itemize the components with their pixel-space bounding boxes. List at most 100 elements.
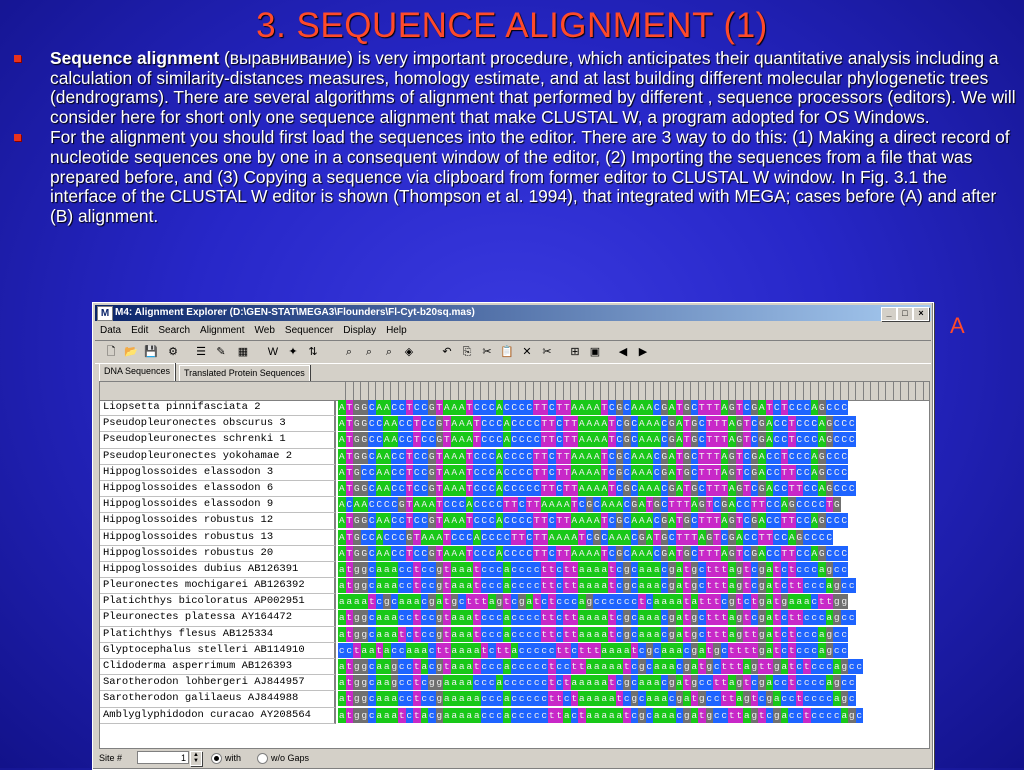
base-cell[interactable]: a xyxy=(645,610,653,626)
base-cell[interactable]: T xyxy=(518,529,526,545)
base-cell[interactable]: c xyxy=(593,594,601,610)
base-cell[interactable]: c xyxy=(555,659,563,674)
base-cell[interactable]: a xyxy=(338,610,346,626)
base-cell[interactable]: A xyxy=(638,480,646,496)
app-icon[interactable]: M xyxy=(97,306,113,321)
base-cell[interactable]: A xyxy=(675,432,683,448)
base-cell[interactable]: c xyxy=(495,561,503,577)
base-cell[interactable]: A xyxy=(338,545,346,561)
base-cell[interactable]: a xyxy=(458,691,466,707)
base-cell[interactable]: a xyxy=(728,610,736,626)
base-cell[interactable]: c xyxy=(420,561,428,577)
base-cell[interactable]: T xyxy=(600,545,608,561)
base-cell[interactable]: g xyxy=(840,659,848,674)
base-cell[interactable]: G xyxy=(728,400,736,415)
base-cell[interactable]: a xyxy=(585,561,593,577)
base-cell[interactable]: C xyxy=(390,480,398,496)
base-cell[interactable]: c xyxy=(758,691,766,707)
base-cell[interactable]: C xyxy=(420,400,428,415)
base-cell[interactable]: C xyxy=(450,529,458,545)
base-cell[interactable]: C xyxy=(623,400,631,415)
base-cell[interactable]: C xyxy=(480,480,488,496)
base-cell[interactable]: a xyxy=(653,626,661,642)
base-cell[interactable]: a xyxy=(383,675,391,691)
base-cell[interactable]: a xyxy=(473,691,481,707)
base-cell[interactable]: A xyxy=(675,416,683,432)
base-cell[interactable]: A xyxy=(458,416,466,432)
base-cell[interactable]: G xyxy=(660,545,668,561)
base-cell[interactable]: T xyxy=(750,497,758,513)
base-cell[interactable]: A xyxy=(668,464,676,480)
sequence-name[interactable]: Hippoglossoides elassodon 6 xyxy=(100,480,336,498)
base-cell[interactable]: C xyxy=(368,545,376,561)
base-cell[interactable]: C xyxy=(473,448,481,464)
base-cell[interactable]: G xyxy=(750,545,758,561)
base-cell[interactable]: T xyxy=(510,529,518,545)
base-cell[interactable]: c xyxy=(810,707,818,723)
base-cell[interactable]: c xyxy=(810,675,818,691)
base-cell[interactable]: g xyxy=(773,659,781,674)
base-cell[interactable]: C xyxy=(368,513,376,529)
base-cell[interactable]: c xyxy=(773,675,781,691)
base-cell[interactable]: c xyxy=(405,675,413,691)
base-cell[interactable]: C xyxy=(653,513,661,529)
base-cell[interactable]: t xyxy=(743,675,751,691)
base-cell[interactable]: A xyxy=(758,464,766,480)
base-cell[interactable]: T xyxy=(713,529,721,545)
base-cell[interactable]: T xyxy=(435,448,443,464)
base-cell[interactable]: t xyxy=(540,610,548,626)
base-cell[interactable]: c xyxy=(518,707,526,723)
base-cell[interactable]: C xyxy=(548,448,556,464)
base-cell[interactable]: a xyxy=(585,610,593,626)
base-cell[interactable]: a xyxy=(383,626,391,642)
base-cell[interactable]: A xyxy=(495,545,503,561)
base-cell[interactable]: a xyxy=(578,610,586,626)
sequence-name[interactable]: Pleuronectes mochigarei AB126392 xyxy=(100,578,336,595)
site-spinner[interactable]: ▲ ▼ xyxy=(190,751,202,766)
base-cell[interactable]: G xyxy=(728,448,736,464)
base-cell[interactable]: A xyxy=(810,513,818,529)
base-cell[interactable]: C xyxy=(833,513,841,529)
base-cell[interactable]: t xyxy=(705,594,713,610)
base-cell[interactable]: T xyxy=(735,400,743,415)
base-cell[interactable]: A xyxy=(720,513,728,529)
base-cell[interactable]: a xyxy=(600,642,608,658)
base-cell[interactable]: c xyxy=(623,594,631,610)
base-cell[interactable]: T xyxy=(540,448,548,464)
base-cell[interactable]: t xyxy=(713,578,721,594)
base-cell[interactable]: a xyxy=(465,610,473,626)
base-cell[interactable]: c xyxy=(540,707,548,723)
base-cell[interactable]: g xyxy=(848,707,856,723)
base-cell[interactable]: C xyxy=(660,480,668,496)
base-cell[interactable]: C xyxy=(795,513,803,529)
base-cell[interactable]: a xyxy=(638,610,646,626)
base-cell[interactable]: a xyxy=(600,578,608,594)
base-cell[interactable]: A xyxy=(608,497,616,513)
base-cell[interactable]: a xyxy=(668,594,676,610)
base-cell[interactable]: C xyxy=(368,480,376,496)
base-cell[interactable]: T xyxy=(735,513,743,529)
base-cell[interactable]: C xyxy=(788,448,796,464)
base-cell[interactable]: T xyxy=(690,529,698,545)
base-cell[interactable]: t xyxy=(720,610,728,626)
base-cell[interactable]: A xyxy=(720,400,728,415)
base-cell[interactable]: a xyxy=(600,626,608,642)
base-cell[interactable]: t xyxy=(548,594,556,610)
base-cell[interactable]: G xyxy=(750,464,758,480)
base-cell[interactable]: c xyxy=(698,561,706,577)
base-cell[interactable]: g xyxy=(435,626,443,642)
base-cell[interactable]: C xyxy=(743,464,751,480)
base-cell[interactable]: a xyxy=(443,707,451,723)
base-cell[interactable]: c xyxy=(480,691,488,707)
base-cell[interactable]: a xyxy=(338,659,346,674)
base-cell[interactable]: g xyxy=(735,561,743,577)
base-cell[interactable]: c xyxy=(668,691,676,707)
base-cell[interactable]: a xyxy=(668,642,676,658)
base-cell[interactable]: a xyxy=(765,578,773,594)
base-cell[interactable]: t xyxy=(623,707,631,723)
base-cell[interactable]: c xyxy=(803,578,811,594)
base-cell[interactable]: C xyxy=(743,545,751,561)
base-cell[interactable]: C xyxy=(660,432,668,448)
base-cell[interactable]: g xyxy=(668,610,676,626)
base-cell[interactable]: t xyxy=(743,561,751,577)
